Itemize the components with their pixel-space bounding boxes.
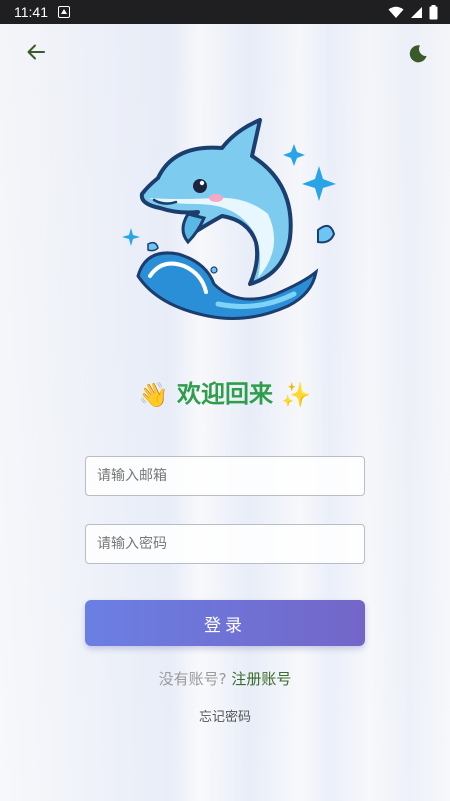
dolphin-cheek	[209, 194, 223, 202]
theme-toggle-button[interactable]	[404, 40, 432, 68]
dolphin-eye	[193, 179, 207, 193]
forgot-password-link[interactable]: 忘记密码	[0, 706, 450, 725]
sparkle-icon	[122, 228, 140, 246]
register-row: 没有账号? 注册账号	[0, 668, 450, 689]
status-time: 11:41	[14, 4, 48, 20]
status-left: 11:41	[14, 4, 70, 20]
splash-drop	[317, 224, 336, 244]
status-right	[388, 4, 438, 20]
register-prompt: 没有账号?	[158, 670, 227, 688]
battery-icon	[429, 4, 438, 19]
sparkle-icon	[283, 144, 305, 166]
status-bar: 11:41	[0, 0, 450, 24]
top-app-bar	[0, 24, 450, 80]
sparkles-icon: ✨	[281, 381, 312, 409]
welcome-title: 欢迎回来	[177, 380, 273, 408]
email-input[interactable]	[85, 456, 365, 496]
splash-drop	[147, 241, 159, 252]
notification-icon	[58, 6, 70, 18]
signal-icon	[411, 6, 422, 18]
moon-icon	[409, 45, 427, 63]
dolphin-mascot-illustration	[122, 118, 336, 320]
welcome-heading: 👋 欢迎回来 ✨	[0, 374, 450, 409]
login-button[interactable]: 登录	[85, 600, 365, 646]
wifi-icon	[388, 6, 404, 18]
arrow-left-icon	[27, 44, 45, 60]
back-button[interactable]	[22, 38, 50, 66]
sparkle-icon	[302, 166, 336, 201]
password-input[interactable]	[85, 524, 365, 564]
waving-hand-icon: 👋	[138, 381, 169, 409]
register-link[interactable]: 注册账号	[231, 670, 291, 688]
